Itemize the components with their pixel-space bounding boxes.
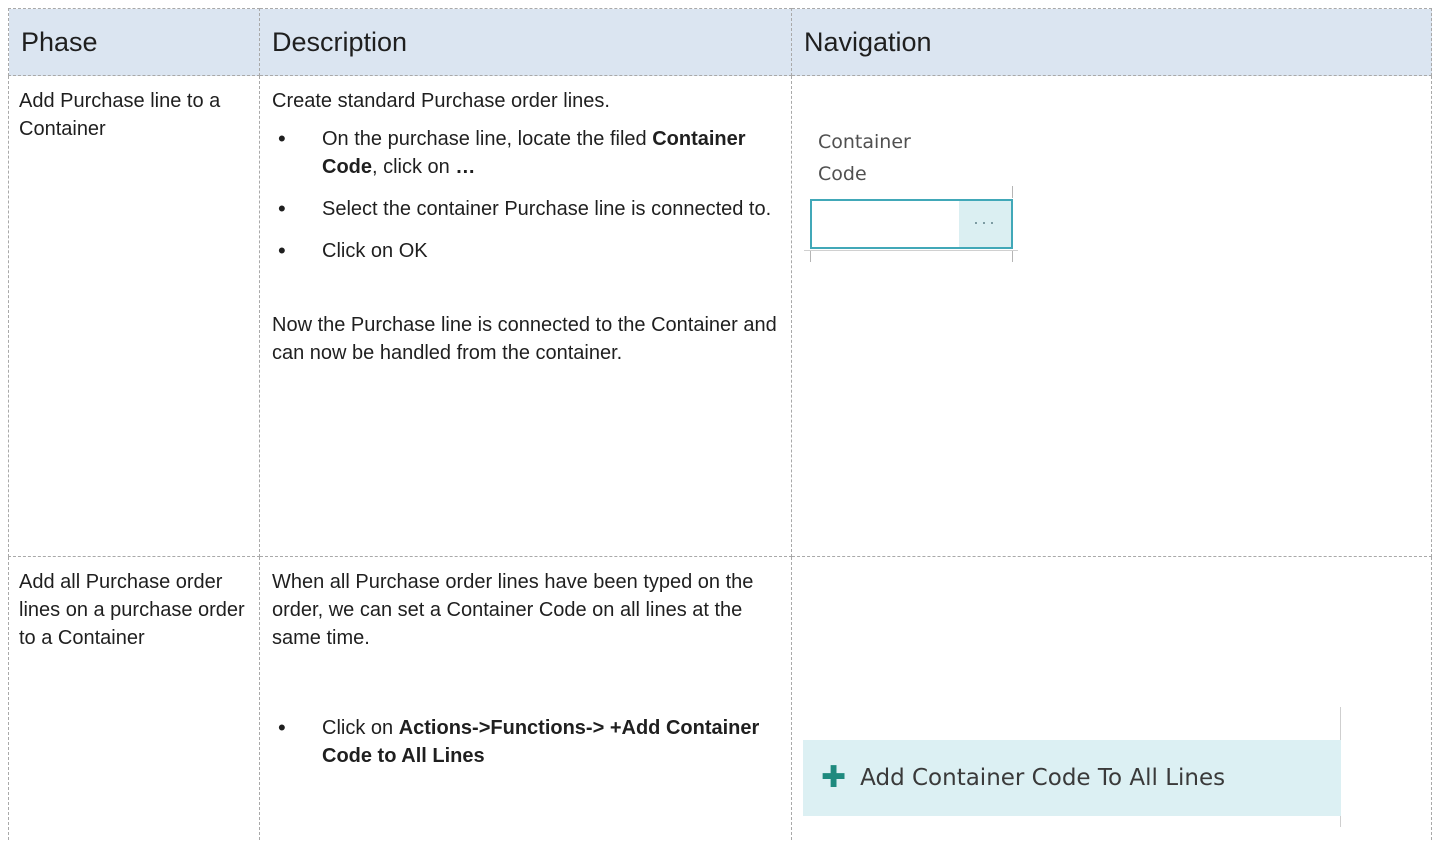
container-code-field[interactable]: ··· xyxy=(810,199,1013,249)
phase-cell: Add Purchase line to a Container xyxy=(8,75,260,557)
table-row: Add all Purchase order lines on a purcha… xyxy=(8,556,1432,840)
header-navigation: Navigation xyxy=(791,8,1432,76)
header-phase: Phase xyxy=(8,8,260,76)
container-code-label: Container Code xyxy=(818,126,911,190)
add-container-code-action[interactable]: ✚ Add Container Code To All Lines xyxy=(803,740,1341,816)
list-item: Click on Actions->Functions-> +Add Conta… xyxy=(272,714,781,770)
field-divider xyxy=(1012,250,1013,262)
phase-text: Add all Purchase order lines on a purcha… xyxy=(19,571,245,649)
navigation-cell: Container Code ··· xyxy=(791,75,1432,557)
steps-list: Click on Actions->Functions-> +Add Conta… xyxy=(272,714,781,770)
field-divider xyxy=(1012,186,1013,198)
table-row: Add Purchase line to a Container Create … xyxy=(8,75,1432,557)
step-text: On the purchase line, locate the filed xyxy=(322,128,653,150)
field-label-line: Code xyxy=(818,163,867,185)
lookup-button[interactable]: ··· xyxy=(959,201,1011,247)
field-divider xyxy=(810,250,811,262)
navigation-cell: ✚ Add Container Code To All Lines xyxy=(791,556,1432,840)
plus-icon: ✚ xyxy=(821,760,847,795)
field-label-line: Container xyxy=(818,131,911,153)
step-bold-text: … xyxy=(455,156,476,178)
list-item: On the purchase line, locate the filed C… xyxy=(272,125,781,181)
phase-text: Add Purchase line to a Container xyxy=(19,90,221,140)
list-item: Select the container Purchase line is co… xyxy=(272,195,781,223)
action-label: Add Container Code To All Lines xyxy=(860,765,1226,791)
description-cell: When all Purchase order lines have been … xyxy=(259,556,792,840)
description-intro: When all Purchase order lines have been … xyxy=(272,571,754,649)
step-text: Select the container Purchase line is co… xyxy=(322,198,772,220)
instruction-table: Phase Description Navigation Add Purchas… xyxy=(8,8,1432,840)
table-header-row: Phase Description Navigation xyxy=(8,8,1432,76)
header-description: Description xyxy=(259,8,792,76)
list-item: Click on OK xyxy=(272,237,781,265)
steps-list: On the purchase line, locate the filed C… xyxy=(272,125,781,265)
phase-cell: Add all Purchase order lines on a purcha… xyxy=(8,556,260,840)
description-cell: Create standard Purchase order lines. On… xyxy=(259,75,792,557)
field-divider xyxy=(804,250,1018,251)
step-text: , click on xyxy=(372,156,456,178)
description-note: Now the Purchase line is connected to th… xyxy=(272,314,777,364)
description-intro: Create standard Purchase order lines. xyxy=(272,90,610,112)
step-text: Click on OK xyxy=(322,240,428,262)
step-text: Click on xyxy=(322,717,399,739)
